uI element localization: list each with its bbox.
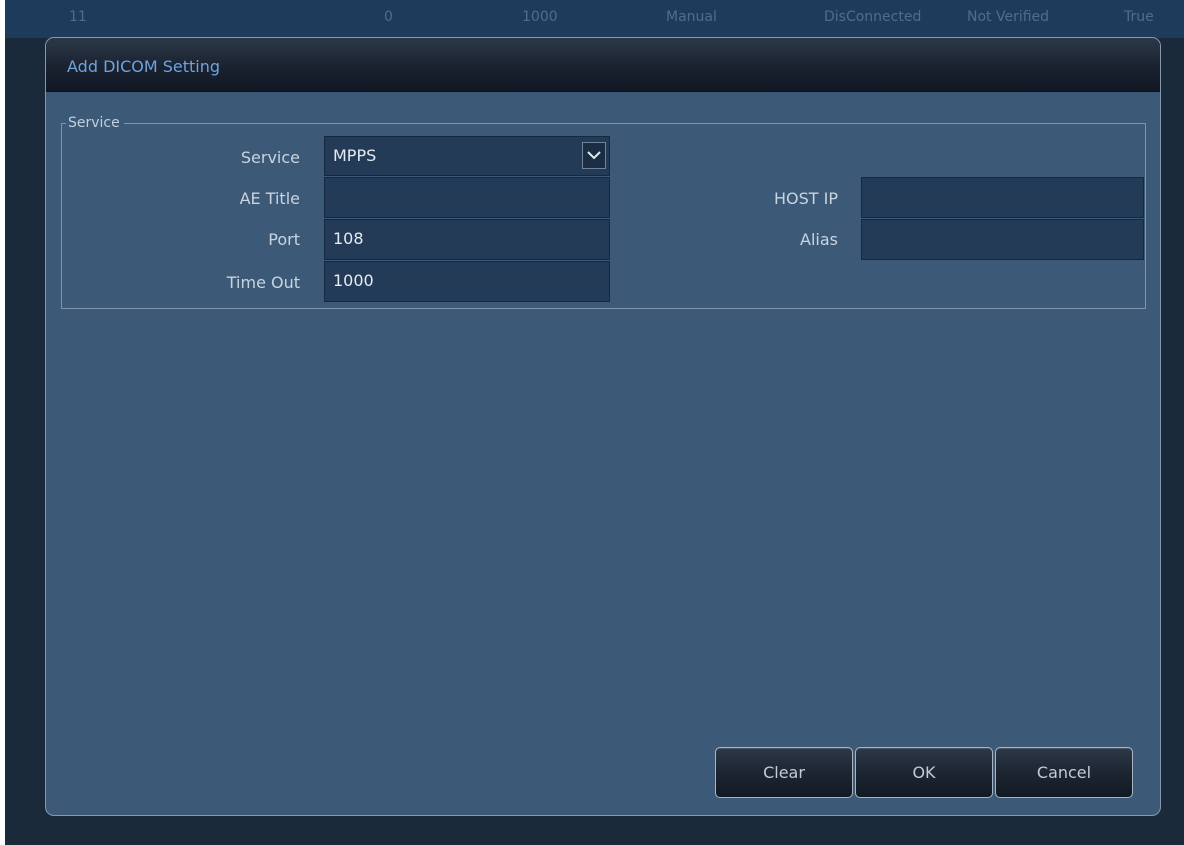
groupbox-title: Service [66, 114, 124, 132]
service-select[interactable]: MPPS [324, 136, 610, 176]
time-out-label: Time Out [226, 273, 300, 292]
host-ip-input[interactable] [861, 177, 1144, 218]
background-cell: Manual [666, 9, 717, 25]
time-out-input[interactable]: 1000 [324, 261, 610, 302]
background-table-row: 11 0 1000 Manual DisConnected Not Verifi… [5, 0, 1184, 38]
ok-button[interactable]: OK [855, 747, 993, 798]
background-cell: DisConnected [824, 9, 922, 25]
alias-label: Alias [800, 230, 838, 249]
service-select-value: MPPS [333, 146, 377, 165]
dialog-header: Add DICOM Setting [46, 38, 1160, 92]
port-input[interactable]: 108 [324, 219, 610, 260]
clear-button[interactable]: Clear [715, 747, 853, 798]
background-cell: True [1124, 9, 1154, 25]
screen-background: 11 0 1000 Manual DisConnected Not Verifi… [5, 0, 1184, 845]
port-label: Port [268, 230, 300, 249]
background-cell: Not Verified [967, 9, 1050, 25]
ae-title-input[interactable] [324, 177, 610, 218]
background-cell: 0 [384, 9, 393, 25]
alias-input[interactable] [861, 219, 1144, 260]
dialog-title: Add DICOM Setting [67, 57, 221, 76]
service-label: Service [240, 148, 300, 167]
background-cell: 1000 [522, 9, 558, 25]
background-cell: 11 [69, 9, 87, 25]
add-dicom-setting-dialog: Add DICOM Setting Service Service AE Tit… [45, 37, 1161, 816]
chevron-down-icon[interactable] [582, 142, 606, 169]
ae-title-label: AE Title [239, 189, 300, 208]
host-ip-label: HOST IP [773, 189, 838, 208]
cancel-button[interactable]: Cancel [995, 747, 1133, 798]
